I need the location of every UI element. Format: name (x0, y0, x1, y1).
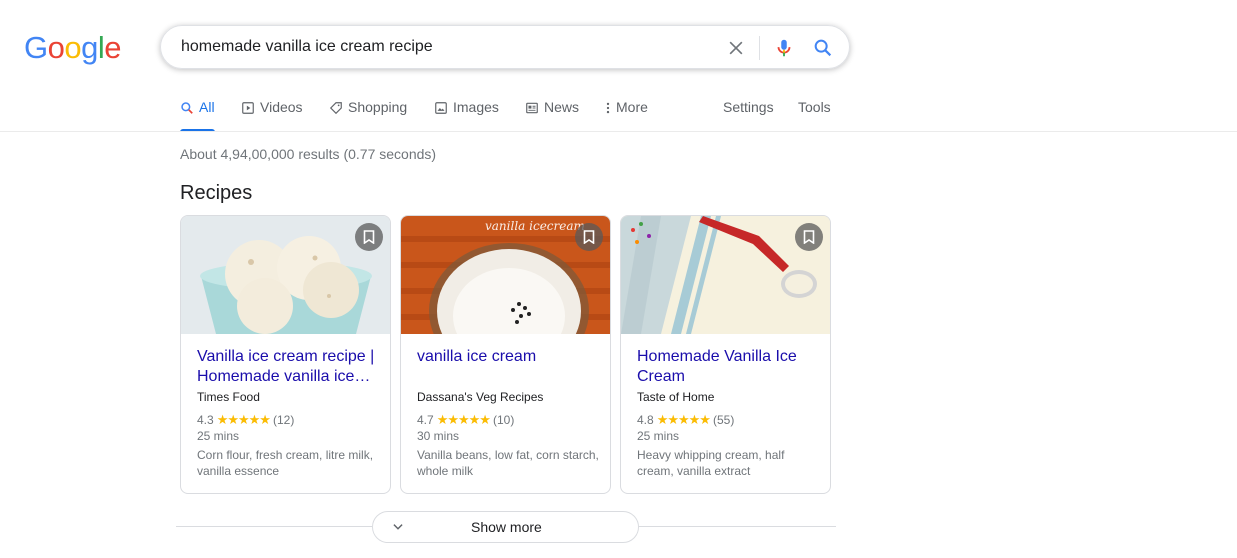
recipe-ingredients: Corn flour, fresh cream, litre milk, van… (197, 448, 374, 478)
result-stats: About 4,94,00,000 results (0.77 seconds) (180, 146, 437, 162)
tab-images[interactable]: Images (434, 99, 499, 131)
show-more-divider (639, 526, 836, 527)
search-icon[interactable] (812, 37, 834, 59)
tab-label: News (544, 99, 580, 115)
tabs-divider (0, 131, 1237, 132)
bookmark-icon (583, 230, 595, 244)
recipe-ingredients: Vanilla beans, low fat, corn starch, who… (417, 448, 599, 478)
star-rating-icon: ★★★★★ (656, 412, 711, 427)
recipe-source: Dassana's Veg Recipes (417, 390, 544, 404)
logo-letter: o (64, 30, 82, 65)
google-logo[interactable]: Google (24, 30, 122, 66)
microphone-icon[interactable] (773, 37, 795, 59)
recipe-card[interactable]: vanilla icecream vanilla ice cream Dassa… (400, 215, 611, 494)
tab-news[interactable]: News (525, 99, 579, 131)
tab-label: All (199, 99, 215, 115)
bookmark-button[interactable] (795, 223, 823, 251)
more-vert-icon (606, 102, 610, 114)
logo-letter: g (81, 30, 98, 65)
search-box[interactable]: homemade vanilla ice cream recipe (160, 25, 850, 69)
tab-label: Shopping (348, 99, 408, 115)
newspaper-icon (526, 102, 538, 114)
bookmark-button[interactable] (355, 223, 383, 251)
recipe-title[interactable]: Homemade Vanilla Ice Cream (637, 347, 819, 387)
bookmark-icon (363, 230, 375, 244)
recipe-time: 30 mins (417, 429, 460, 443)
tab-shopping[interactable]: Shopping (329, 99, 407, 131)
recipe-rating: 4.3 ★★★★★ (12) (197, 412, 294, 428)
recipe-source: Times Food (197, 390, 260, 404)
rating-value: 4.3 (197, 413, 214, 427)
rating-value: 4.8 (637, 413, 654, 427)
review-count: (55) (712, 413, 735, 427)
bookmark-icon (803, 230, 815, 244)
search-icon (181, 102, 193, 114)
tag-icon (329, 102, 342, 115)
show-more-label: Show more (471, 519, 542, 535)
recipe-rating: 4.8 ★★★★★ (55) (637, 412, 734, 428)
star-rating-icon: ★★★★★ (436, 412, 491, 427)
rating-value: 4.7 (417, 413, 434, 427)
show-more-divider (176, 526, 372, 527)
tab-all[interactable]: All (180, 99, 215, 132)
recipe-time: 25 mins (637, 429, 680, 443)
tab-more[interactable]: More (605, 99, 648, 131)
tab-videos[interactable]: Videos (241, 99, 303, 131)
recipe-title[interactable]: Vanilla ice cream recipe | Homemade vani… (197, 347, 379, 387)
logo-letter: G (24, 30, 48, 65)
tab-label: Settings (723, 99, 774, 115)
close-icon[interactable] (726, 38, 746, 58)
logo-letter: e (104, 30, 122, 65)
section-title: Recipes (180, 182, 253, 204)
tab-tools[interactable]: Tools (798, 99, 831, 131)
chevron-down-icon (393, 524, 403, 530)
tab-label: Images (453, 99, 499, 115)
logo-letter: o (47, 30, 65, 65)
recipe-rating: 4.7 ★★★★★ (10) (417, 412, 514, 428)
tab-label: Videos (260, 99, 303, 115)
tab-settings[interactable]: Settings (723, 99, 774, 131)
recipe-card[interactable]: Homemade Vanilla Ice Cream Taste of Home… (620, 215, 831, 494)
image-caption: vanilla icecream (485, 219, 585, 233)
tab-label: Tools (798, 99, 831, 115)
image-icon (435, 102, 447, 114)
search-divider (759, 36, 760, 60)
search-input[interactable]: homemade vanilla ice cream recipe (181, 38, 433, 56)
tab-label: More (616, 99, 648, 115)
recipe-time: 25 mins (197, 429, 240, 443)
star-rating-icon: ★★★★★ (216, 412, 271, 427)
recipe-ingredients: Heavy whipping cream, half cream, vanill… (637, 448, 785, 478)
review-count: (10) (492, 413, 515, 427)
play-icon (242, 102, 254, 114)
recipe-source: Taste of Home (637, 390, 715, 404)
bookmark-button[interactable] (575, 223, 603, 251)
show-more-button[interactable]: Show more (372, 511, 639, 543)
recipe-card[interactable]: Vanilla ice cream recipe | Homemade vani… (180, 215, 391, 494)
review-count: (12) (272, 413, 295, 427)
recipe-title[interactable]: vanilla ice cream (417, 347, 599, 367)
